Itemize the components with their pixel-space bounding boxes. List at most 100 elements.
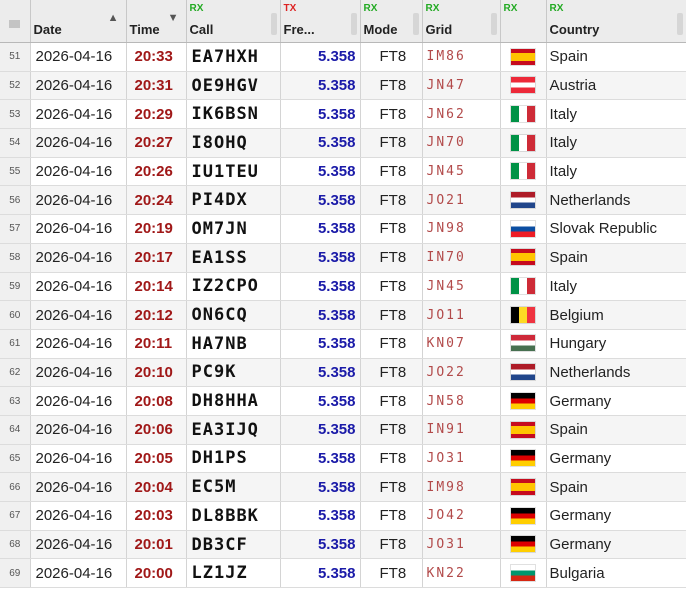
table-row[interactable]: 52 2026-04-16 20:31 OE9HGV 5.358 FT8 JN47 Austr… (0, 71, 686, 101)
callsign-cell: HA7NB (186, 329, 281, 359)
mode-cell: FT8 (360, 42, 423, 72)
country-cell: Italy (546, 272, 686, 302)
table-row[interactable]: 57 2026-04-16 20:19 OM7JN 5.358 FT8 JN98 Slovak… (0, 214, 686, 244)
time-cell: 20:29 (126, 99, 187, 130)
time-cell: 20:06 (126, 415, 187, 445)
header-call-tag: RX (189, 3, 204, 14)
header-grid-tag: RX (425, 3, 440, 14)
frequency-cell: 5.358 (280, 243, 361, 273)
header-flag[interactable]: RX (500, 0, 547, 43)
country-cell: Netherlands (546, 185, 686, 216)
table-row[interactable]: 63 2026-04-16 20:08 DH8HHA 5.358 FT8 JN58 Germa… (0, 386, 686, 416)
row-number-cell: 64 (0, 415, 31, 445)
header-frequency-label: Fre... (283, 22, 315, 37)
table-row[interactable]: 61 2026-04-16 20:11 HA7NB 5.358 FT8 KN07 Hungar… (0, 329, 686, 359)
frequency-cell: 5.358 (280, 415, 361, 445)
table-row[interactable]: 56 2026-04-16 20:24 PI4DX 5.358 FT8 JO21 Nether… (0, 185, 686, 216)
table-row[interactable]: 51 2026-04-16 20:33 EA7HXH 5.358 FT8 IM86 Spain (0, 42, 686, 72)
country-flag-icon (511, 335, 535, 352)
table-row[interactable]: 59 2026-04-16 20:14 IZ2CPO 5.358 FT8 JN45 Italy (0, 272, 686, 302)
grid-cell: JO31 (422, 444, 501, 474)
country-cell: Spain (546, 472, 686, 502)
header-frequency[interactable]: TX Fre... (280, 0, 361, 43)
country-flag-icon (511, 364, 535, 381)
date-cell: 2026-04-16 (30, 185, 127, 216)
header-call[interactable]: RX Call (186, 0, 281, 43)
time-cell: 20:04 (126, 472, 187, 502)
grid-cell: JN98 (422, 214, 501, 244)
callsign-cell: I8OHQ (186, 128, 281, 158)
column-resize-handle[interactable] (676, 13, 683, 35)
header-time[interactable]: Time ▼ (126, 0, 187, 43)
table-row[interactable]: 69 2026-04-16 20:00 LZ1JZ 5.358 FT8 KN22 Bulgar… (0, 558, 686, 589)
table-row[interactable]: 68 2026-04-16 20:01 DB3CF 5.358 FT8 JO31 German… (0, 530, 686, 560)
table-row[interactable]: 60 2026-04-16 20:12 ON6CQ 5.358 FT8 JO11 Belgiu… (0, 300, 686, 330)
frequency-cell: 5.358 (280, 501, 361, 531)
sort-ascending-icon[interactable]: ▲ (108, 12, 119, 24)
table-row[interactable]: 67 2026-04-16 20:03 DL8BBK 5.358 FT8 JO42 Germa… (0, 501, 686, 531)
frequency-cell: 5.358 (280, 128, 361, 158)
flag-cell (500, 128, 547, 158)
frequency-cell: 5.358 (280, 157, 361, 187)
sort-descending-icon[interactable]: ▼ (168, 12, 179, 24)
mode-cell: FT8 (360, 386, 423, 416)
flag-cell (500, 558, 547, 589)
flag-cell (500, 42, 547, 72)
mode-cell: FT8 (360, 272, 423, 302)
country-flag-icon (511, 249, 535, 266)
header-frequency-tag: TX (283, 3, 297, 14)
date-cell: 2026-04-16 (30, 329, 127, 359)
date-cell: 2026-04-16 (30, 214, 127, 244)
frequency-cell: 5.358 (280, 185, 361, 216)
callsign-cell: DL8BBK (186, 501, 281, 531)
date-cell: 2026-04-16 (30, 128, 127, 158)
frequency-cell: 5.358 (280, 358, 361, 388)
table-row[interactable]: 66 2026-04-16 20:04 EC5M 5.358 FT8 IM98 Spain (0, 472, 686, 502)
grid-cell: JN70 (422, 128, 501, 158)
header-country-label: Country (549, 22, 600, 37)
country-flag-icon (511, 507, 535, 524)
column-resize-handle[interactable] (490, 13, 497, 35)
flag-cell (500, 444, 547, 474)
grid-cell: JO21 (422, 185, 501, 216)
grid-cell: IN70 (422, 243, 501, 273)
table-row[interactable]: 54 2026-04-16 20:27 I8OHQ 5.358 FT8 JN70 Italy (0, 128, 686, 158)
table-row[interactable]: 65 2026-04-16 20:05 DH1PS 5.358 FT8 JO31 German… (0, 444, 686, 474)
callsign-cell: IK6BSN (186, 99, 281, 130)
row-number-cell: 62 (0, 358, 31, 388)
callsign-cell: PI4DX (186, 185, 281, 216)
table-row[interactable]: 62 2026-04-16 20:10 PC9K 5.358 FT8 JO22 Netherl… (0, 358, 686, 388)
flag-cell (500, 99, 547, 130)
country-cell: Germany (546, 444, 686, 474)
country-flag-icon (511, 564, 535, 581)
table-row[interactable]: 64 2026-04-16 20:06 EA3IJQ 5.358 FT8 IN91 Spain (0, 415, 686, 445)
column-resize-handle[interactable] (412, 13, 419, 35)
country-flag-icon (511, 306, 535, 323)
header-grid[interactable]: RX Grid (422, 0, 501, 43)
header-row-number[interactable] (0, 0, 31, 43)
header-country-tag: RX (549, 3, 564, 14)
header-date[interactable]: Date ▲ (30, 0, 127, 43)
table-row[interactable]: 55 2026-04-16 20:26 IU1TEU 5.358 FT8 JN45 Italy (0, 157, 686, 187)
table-row[interactable]: 53 2026-04-16 20:29 IK6BSN 5.358 FT8 JN62 Italy (0, 99, 686, 130)
date-cell: 2026-04-16 (30, 558, 127, 589)
column-resize-handle[interactable] (350, 13, 357, 35)
date-cell: 2026-04-16 (30, 300, 127, 330)
row-number-cell: 58 (0, 243, 31, 273)
header-country[interactable]: RX Country (546, 0, 686, 43)
mode-cell: FT8 (360, 329, 423, 359)
country-flag-icon (511, 278, 535, 295)
callsign-cell: IU1TEU (186, 157, 281, 187)
header-mode[interactable]: RX Mode (360, 0, 423, 43)
row-number-cell: 69 (0, 558, 31, 589)
country-flag-icon (511, 536, 535, 553)
column-resize-handle[interactable] (270, 13, 277, 35)
time-cell: 20:24 (126, 185, 187, 216)
frequency-cell: 5.358 (280, 214, 361, 244)
mode-cell: FT8 (360, 415, 423, 445)
header-call-label: Call (189, 22, 214, 37)
country-cell: Spain (546, 243, 686, 273)
header-row: Date ▲ Time ▼ RX Call TX Fre... RX Mode (0, 0, 686, 43)
table-row[interactable]: 58 2026-04-16 20:17 EA1SS 5.358 FT8 IN70 Spain (0, 243, 686, 273)
frequency-cell: 5.358 (280, 71, 361, 101)
